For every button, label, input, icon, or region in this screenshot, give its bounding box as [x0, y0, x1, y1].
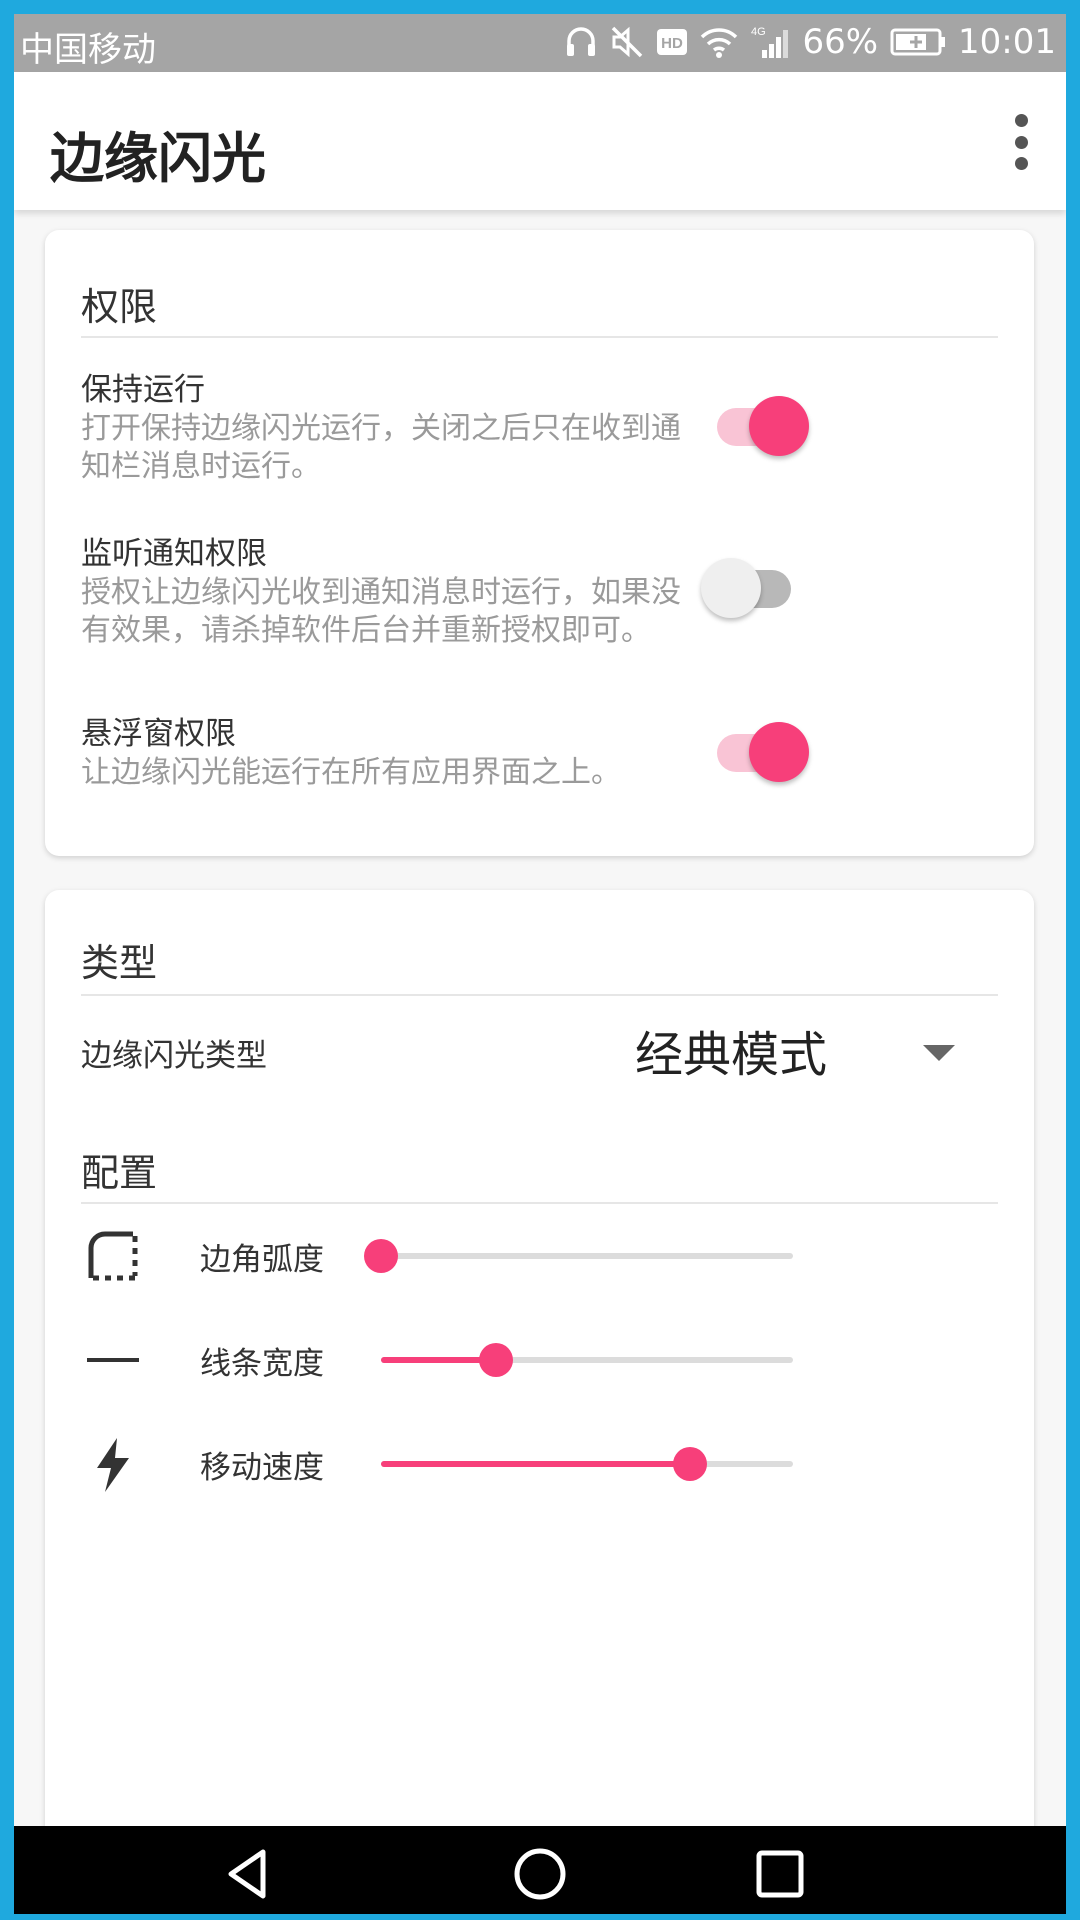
switch-thumb — [701, 558, 761, 618]
permissions-title: 权限 — [81, 285, 158, 329]
notification-permission-switch[interactable] — [701, 552, 809, 618]
carrier-name: 中国移动 — [20, 30, 156, 70]
notification-permission-summary: 授权让边缘闪光收到通知消息时运行，如果没有效果，请杀掉软件后台并重新授权即可。 — [81, 575, 681, 648]
mute-icon — [610, 20, 644, 64]
battery-percent: 66% — [802, 22, 879, 62]
type-title: 类型 — [81, 941, 158, 985]
keep-running-summary: 打开保持边缘闪光运行，关闭之后只在收到通知栏消息时运行。 — [81, 411, 681, 484]
switch-thumb — [749, 396, 809, 456]
type-config-card: 类型 边缘闪光类型 经典模式 配置 边角弧度 线条宽度 移动速度 — [45, 890, 1034, 1890]
flash-type-label: 边缘闪光类型 — [81, 1038, 267, 1074]
dropdown-arrow-icon — [923, 1045, 955, 1061]
status-bar: 中国移动 HD 4G 66% 10:01 — [14, 14, 1066, 72]
hd-icon: HD — [656, 20, 688, 64]
keep-running-switch[interactable] — [709, 390, 809, 456]
corner-radius-row: 边角弧度 — [45, 1210, 1034, 1300]
signal-icon: 4G — [750, 20, 790, 64]
divider — [81, 1202, 998, 1204]
divider — [81, 336, 998, 338]
flash-type-dropdown[interactable]: 经典模式 — [635, 1005, 975, 1095]
line-width-label: 线条宽度 — [200, 1346, 324, 1382]
more-vert-icon[interactable] — [1006, 114, 1036, 170]
overlay-permission-switch[interactable] — [709, 716, 809, 782]
permissions-card: 权限 保持运行 打开保持边缘闪光运行，关闭之后只在收到通知栏消息时运行。 监听通… — [45, 230, 1034, 856]
divider — [81, 994, 998, 996]
phone-screen: 中国移动 HD 4G 66% 10:01 边缘闪光 权限 保持运行 打开保持边缘… — [14, 14, 1066, 1914]
home-icon[interactable] — [510, 1844, 570, 1904]
move-speed-row: 移动速度 — [45, 1418, 1034, 1508]
flash-type-value: 经典模式 — [635, 1027, 828, 1083]
config-title: 配置 — [81, 1151, 158, 1195]
slider-rail — [381, 1253, 793, 1259]
app-bar: 边缘闪光 — [14, 72, 1066, 210]
notification-permission-title: 监听通知权限 — [81, 536, 267, 572]
wifi-icon — [700, 20, 738, 64]
clock: 10:01 — [958, 22, 1056, 62]
move-speed-slider[interactable] — [381, 1433, 793, 1493]
recents-icon[interactable] — [750, 1844, 810, 1904]
rounded-corner-icon — [88, 1231, 138, 1281]
svg-text:4G: 4G — [751, 26, 766, 38]
overlay-permission-summary: 让边缘闪光能运行在所有应用界面之上。 — [81, 755, 621, 790]
corner-radius-label: 边角弧度 — [200, 1242, 324, 1278]
line-width-icon — [87, 1358, 139, 1362]
slider-thumb[interactable] — [673, 1447, 707, 1481]
slider-thumb[interactable] — [364, 1239, 398, 1273]
overlay-permission-title: 悬浮窗权限 — [81, 716, 236, 752]
line-width-slider[interactable] — [381, 1329, 793, 1389]
line-width-row: 线条宽度 — [45, 1314, 1034, 1404]
move-speed-label: 移动速度 — [200, 1450, 324, 1486]
back-icon[interactable] — [219, 1844, 279, 1904]
slider-fill — [381, 1461, 690, 1467]
battery-charging-icon — [890, 20, 946, 64]
headphones-icon — [564, 20, 598, 64]
app-title: 边缘闪光 — [50, 127, 266, 190]
status-icons: HD 4G 66% 10:01 — [564, 20, 1056, 64]
navigation-bar — [14, 1826, 1066, 1914]
svg-text:HD: HD — [662, 35, 684, 52]
keep-running-title: 保持运行 — [81, 372, 205, 408]
corner-radius-slider[interactable] — [364, 1225, 793, 1285]
switch-thumb — [749, 722, 809, 782]
lightning-icon — [97, 1438, 129, 1492]
slider-thumb[interactable] — [479, 1343, 514, 1377]
